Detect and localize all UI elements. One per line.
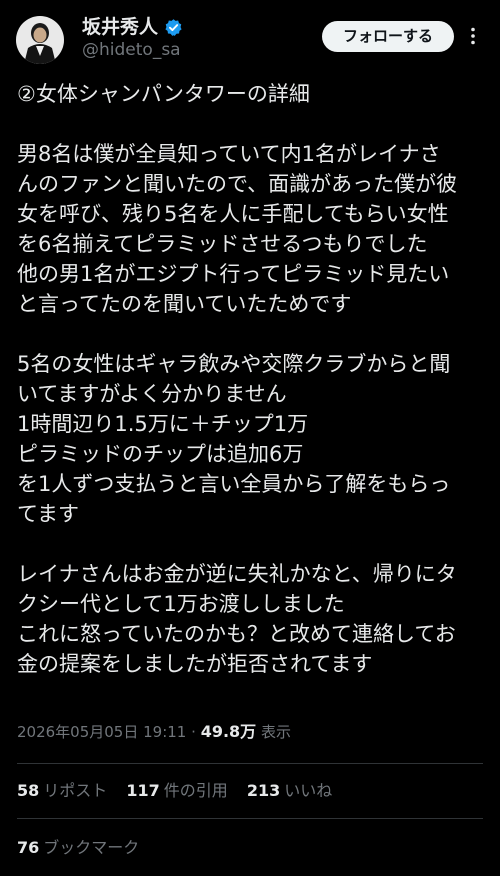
views-label: 表示 [260, 723, 291, 741]
views-count: 49.8万 [200, 722, 257, 741]
tweet-text-line: 他の男1名がエジプト行ってピラミッド見たい [17, 262, 450, 286]
tweet-blank-line [17, 109, 487, 139]
bookmarks-count: 76 [17, 838, 40, 857]
verified-badge-icon [164, 18, 183, 37]
reposts-label: リポスト [43, 781, 108, 800]
bookmarks-label: ブックマーク [43, 838, 140, 857]
more-dots-icon[interactable] [463, 26, 483, 46]
tweet-blank-line [17, 529, 487, 559]
tweet-blank-line [17, 319, 487, 349]
tweet-text-line: これに怒っていたのかも？と改めて連絡してお [17, 622, 456, 646]
user-handle[interactable]: @hideto_sa [82, 40, 181, 60]
engagement-stats: 58 リポスト 117 件の引用 213 いいね [17, 781, 346, 801]
tweet-text-line: 女を呼び、残り5名を人に手配してもらい女性 [17, 202, 449, 226]
quotes-label: 件の引用 [163, 781, 228, 800]
tweet-text-line: 1時間辺り1.5万に＋チップ1万 [17, 412, 309, 436]
quotes-count: 117 [126, 781, 160, 800]
tweet-text-line: クシー代として1万お渡ししました [17, 592, 345, 616]
divider [17, 818, 483, 819]
tweet-text-line: 金の提案をしましたが拒否されてます [17, 652, 373, 676]
likes-stat[interactable]: 213 いいね [247, 781, 332, 801]
likes-count: 213 [246, 781, 281, 800]
avatar-photo [16, 16, 64, 64]
meta-separator: · [191, 723, 196, 741]
timestamp[interactable]: 2026年05月05日 19:11 [17, 723, 186, 741]
tweet-text-line: てます [17, 502, 79, 526]
likes-label: いいね [284, 781, 333, 800]
tweet-text-line: ②女体シャンパンタワーの詳細 [17, 82, 310, 106]
tweet-text-line: を6名揃えてピラミッドさせるつもりでした [17, 232, 428, 256]
tweet-text-line: を1人ずつ支払うと言い全員から了解をもらっ [17, 472, 451, 496]
tweet-text-line: 男8名は僕が全員知っていて内1名がレイナさ [17, 142, 441, 166]
avatar[interactable] [16, 16, 64, 64]
tweet-meta: 2026年05月05日 19:11 · 49.8万 表示 [17, 722, 291, 742]
tweet-text-line: んのファンと聞いたので、面識があった僕が彼 [17, 172, 458, 196]
tweet-text: ②女体シャンパンタワーの詳細男8名は僕が全員知っていて内1名がレイナさ んのファン… [17, 79, 487, 679]
tweet-text-line: 5名の女性はギャラ飲みや交際クラブからと聞 [17, 352, 451, 376]
tweet-header: 坂井秀人 @hideto_sa フォローする [0, 0, 500, 70]
reposts-stat[interactable]: 58 リポスト [17, 781, 107, 801]
bookmarks-stat[interactable]: 76 ブックマーク [17, 838, 139, 858]
tweet-text-line: いてますがよく分かりません [17, 382, 287, 406]
divider [17, 763, 483, 764]
tweet-text-line: と言ってたのを聞いていたためです [17, 292, 352, 316]
reposts-count: 58 [17, 781, 40, 800]
tweet-text-line: レイナさんはお金が逆に失礼かなと、帰りにタ [17, 562, 457, 586]
display-name[interactable]: 坂井秀人 [82, 16, 158, 38]
follow-button[interactable]: フォローする [322, 21, 454, 52]
quotes-stat[interactable]: 117 件の引用 [126, 781, 227, 801]
display-name-row: 坂井秀人 [82, 16, 183, 38]
tweet-text-line: ピラミッドのチップは追加6万 [17, 442, 304, 466]
